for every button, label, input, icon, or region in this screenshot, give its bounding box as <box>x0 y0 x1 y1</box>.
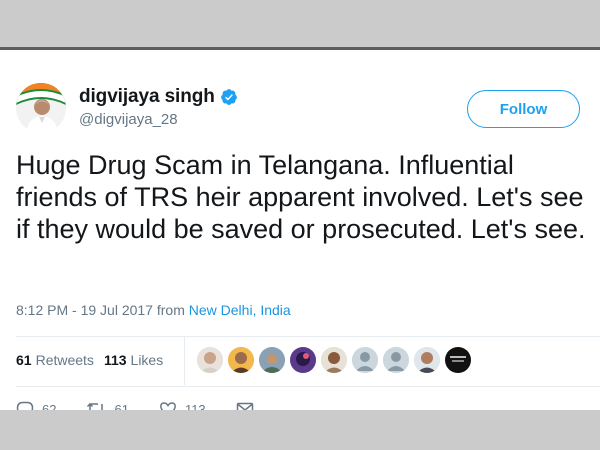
top-frame-band <box>0 0 600 47</box>
tweet-meta: 8:12 PM - 19 Jul 2017 from New Delhi, In… <box>16 302 291 318</box>
liker-avatar[interactable] <box>197 347 223 373</box>
liker-avatar[interactable] <box>445 347 471 373</box>
like-icon <box>159 402 176 410</box>
divider <box>16 386 600 387</box>
retweet-count: 61 <box>114 401 129 411</box>
tweet-card: digvijaya singh @digvijaya_28 Follow Hug… <box>0 50 600 410</box>
retweet-button[interactable]: 61 <box>86 401 129 411</box>
reply-icon <box>16 401 34 410</box>
liker-avatar[interactable] <box>290 347 316 373</box>
user-handle[interactable]: @digvijaya_28 <box>79 111 178 128</box>
like-button[interactable]: 113 <box>159 401 206 410</box>
verified-badge-icon <box>221 89 237 105</box>
follow-button[interactable]: Follow <box>467 90 580 128</box>
liker-avatar[interactable] <box>228 347 254 373</box>
avatar[interactable] <box>16 83 66 133</box>
reply-button[interactable]: 62 <box>16 401 56 410</box>
bottom-frame-band <box>0 410 600 450</box>
tweet-timestamp[interactable]: 8:12 PM - 19 Jul 2017 from <box>16 302 189 318</box>
stats-separator <box>184 337 185 385</box>
liker-avatars <box>197 347 476 373</box>
likes-stat[interactable]: 113 Likes <box>104 352 163 368</box>
tweet-stats: 61 Retweets 113 Likes <box>16 350 173 370</box>
retweets-stat[interactable]: 61 Retweets <box>16 352 94 368</box>
like-count: 113 <box>184 401 206 411</box>
direct-message-button[interactable] <box>236 401 262 410</box>
tweet-actions: 62 61 113 <box>16 399 292 410</box>
tweet-text: Huge Drug Scam in Telangana. Influential… <box>16 150 586 244</box>
message-icon <box>236 402 253 410</box>
divider <box>16 336 600 337</box>
liker-avatar[interactable] <box>414 347 440 373</box>
reply-count: 62 <box>42 401 57 411</box>
liker-avatar-default[interactable] <box>352 347 378 373</box>
liker-avatar[interactable] <box>321 347 347 373</box>
liker-avatar-default[interactable] <box>383 347 409 373</box>
liker-avatar[interactable] <box>259 347 285 373</box>
tweet-location-link[interactable]: New Delhi, India <box>189 302 291 318</box>
retweet-icon <box>87 402 104 410</box>
display-name[interactable]: digvijaya singh <box>79 86 215 108</box>
